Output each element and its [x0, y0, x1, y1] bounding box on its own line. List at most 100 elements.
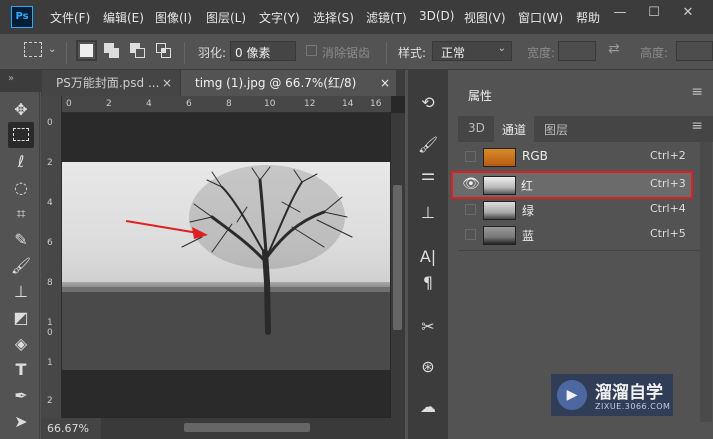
visibility-toggle[interactable]	[465, 204, 476, 215]
quick-select-tool-icon[interactable]: ◌	[8, 175, 34, 201]
tab-channels[interactable]: 通道	[494, 116, 534, 142]
divider	[184, 42, 185, 64]
paragraph-icon[interactable]: ¶	[410, 268, 446, 298]
tab-label: PS万能封面.psd ...	[56, 76, 160, 90]
rect-marquee-tool-icon[interactable]	[8, 122, 34, 148]
eye-icon[interactable]: 👁	[462, 176, 480, 192]
brush-tool-icon[interactable]: 🖌	[8, 253, 34, 279]
channel-thumbnail	[483, 226, 516, 245]
type-tool-icon[interactable]: T	[8, 357, 34, 383]
glyphs-icon[interactable]: ⊛	[410, 352, 446, 382]
feather-input[interactable]: 0 像素	[230, 41, 296, 61]
paint-bucket-tool-icon[interactable]: ◈	[8, 331, 34, 357]
width-input[interactable]	[558, 41, 596, 61]
feather-value: 0 像素	[235, 46, 271, 60]
app-logo: Ps	[11, 6, 33, 28]
minimize-button[interactable]: —	[608, 3, 632, 25]
marquee-preset-icon[interactable]	[24, 42, 42, 57]
restore-button[interactable]: ☐	[642, 3, 666, 25]
menu-filter[interactable]: 滤镜(T)	[366, 9, 407, 26]
swap-icon[interactable]: ⇄	[608, 41, 620, 57]
lasso-tool-icon[interactable]: ℓ	[8, 149, 34, 175]
ruler-tick: 6	[186, 99, 192, 109]
add-selection-icon[interactable]	[104, 43, 120, 59]
menu-select[interactable]: 选择(S)	[313, 9, 354, 26]
stamp-tool-icon[interactable]: ⊥	[8, 279, 34, 305]
eyedropper-tool-icon[interactable]: ✎	[8, 227, 34, 253]
chevron-down-icon[interactable]: ⌄	[48, 44, 56, 55]
menu-icon[interactable]: ≡	[691, 84, 703, 100]
zoom-level[interactable]: 66.67%	[41, 418, 101, 439]
height-input[interactable]	[676, 41, 713, 61]
menu-edit[interactable]: 编辑(E)	[103, 9, 144, 26]
path-select-tool-icon[interactable]: ➤	[8, 409, 34, 435]
ruler-tick: 14	[342, 99, 354, 109]
channel-row[interactable]: 蓝 Ctrl+5	[458, 223, 690, 248]
watermark-subtitle: ZIXUE.3066.COM	[595, 402, 671, 411]
menu-window[interactable]: 窗口(W)	[518, 9, 563, 26]
visibility-toggle[interactable]	[465, 151, 476, 162]
history-icon[interactable]: ⟲	[410, 88, 446, 118]
antialias-checkbox[interactable]	[306, 45, 317, 56]
menu-type[interactable]: 文字(Y)	[259, 9, 300, 26]
document-border-bottom	[62, 370, 390, 417]
ruler-tick: 6	[47, 238, 53, 248]
antialias-label: 消除锯齿	[322, 46, 371, 60]
channel-row[interactable]: RGB Ctrl+2	[458, 145, 690, 170]
channel-row-selected[interactable]: 👁 红 Ctrl+3	[451, 171, 693, 199]
crop-tool-icon[interactable]: ⌗	[8, 201, 34, 227]
clone-source-icon[interactable]: ⊥	[410, 198, 446, 228]
eraser-tool-icon[interactable]: ◩	[8, 305, 34, 331]
scroll-thumb[interactable]	[393, 185, 402, 330]
menu-icon[interactable]: ≡	[691, 118, 703, 134]
collapse-icon[interactable]: »	[8, 73, 14, 84]
ruler-tick: 4	[146, 99, 152, 109]
style-select[interactable]: 正常 ⌄	[432, 41, 512, 61]
channel-thumbnail	[483, 201, 516, 220]
menu-help[interactable]: 帮助	[576, 9, 600, 26]
tools-icon[interactable]: ✂	[410, 312, 446, 342]
vertical-scrollbar[interactable]	[391, 113, 405, 418]
ruler-tick: 4	[47, 198, 53, 208]
horizontal-scrollbar[interactable]	[100, 418, 405, 439]
chevron-down-icon: ⌄	[497, 43, 506, 54]
close-icon[interactable]: ×	[380, 70, 390, 96]
menu-file[interactable]: 文件(F)	[50, 9, 90, 26]
tab-3d[interactable]: 3D	[468, 121, 485, 135]
menu-image[interactable]: 图像(I)	[155, 9, 192, 26]
tab-timg[interactable]: timg (1).jpg @ 66.7%(红/8) ×	[181, 70, 396, 96]
menu-3d[interactable]: 3D(D)	[419, 9, 454, 23]
adjustments-icon[interactable]: ⚌	[410, 160, 446, 190]
tab-layers[interactable]: 图层	[544, 121, 568, 138]
channel-row[interactable]: 绿 Ctrl+4	[458, 198, 690, 223]
close-icon[interactable]: ×	[162, 70, 172, 96]
width-label: 宽度:	[527, 46, 556, 60]
tab-psd-cover[interactable]: PS万能封面.psd ... ×	[42, 70, 180, 96]
ruler-tick: 16	[370, 99, 382, 109]
scroll-thumb[interactable]	[184, 423, 310, 432]
move-tool-icon[interactable]: ✥	[8, 97, 34, 123]
style-value: 正常	[441, 46, 466, 60]
panel-title[interactable]: 属性	[468, 87, 492, 104]
brush-settings-icon[interactable]: 🖌	[410, 130, 446, 160]
ruler-tick: 2	[106, 99, 112, 109]
close-window-button[interactable]: ✕	[676, 3, 700, 25]
panel-scrollbar[interactable]	[700, 142, 712, 422]
creative-cloud-icon[interactable]: ☁	[410, 392, 446, 422]
pen-tool-icon[interactable]: ✒	[8, 383, 34, 409]
channel-shortcut: Ctrl+5	[650, 227, 686, 240]
menu-view[interactable]: 视图(V)	[464, 9, 506, 26]
subtract-selection-icon[interactable]	[130, 43, 146, 59]
document-image[interactable]	[62, 162, 390, 370]
tab-label: timg (1).jpg @ 66.7%(红/8)	[195, 76, 357, 90]
menu-layer[interactable]: 图层(L)	[206, 9, 246, 26]
watermark-title: 溜溜自学	[595, 383, 663, 403]
ruler-tick: 1	[47, 358, 53, 368]
divider	[66, 42, 67, 64]
new-selection-icon[interactable]	[76, 40, 97, 61]
channel-name: 红	[521, 179, 534, 193]
intersect-selection-icon[interactable]	[156, 43, 172, 59]
ruler-tick: 2	[47, 158, 53, 168]
visibility-toggle[interactable]	[465, 229, 476, 240]
properties-header: 属性 ≡	[458, 82, 713, 108]
